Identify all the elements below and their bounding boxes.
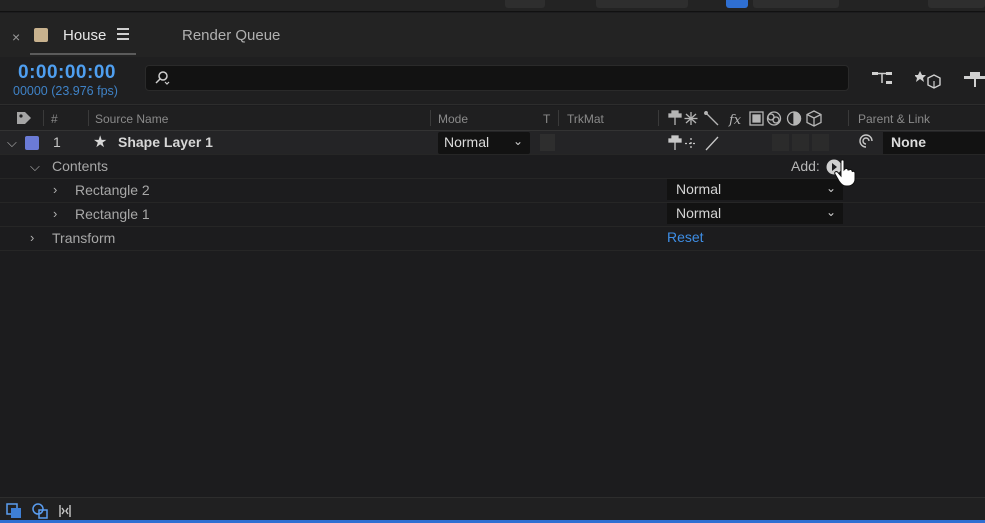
layer-mode-select[interactable]: Normal ⌄ xyxy=(438,132,530,154)
active-tab-indicator xyxy=(30,53,136,55)
transform-row[interactable]: › Transform Reset xyxy=(0,227,985,251)
pick-whip-icon[interactable] xyxy=(858,133,874,149)
layer-label-color[interactable] xyxy=(25,136,39,150)
toolbar-resolution-select[interactable] xyxy=(596,0,688,8)
parent-select[interactable]: None xyxy=(883,132,985,154)
column-separator[interactable] xyxy=(430,110,431,126)
toolbar-view-select[interactable] xyxy=(928,0,985,8)
content-item-name[interactable]: Rectangle 1 xyxy=(75,206,150,222)
column-header: # Source Name Mode T TrkMat fx Parent & … xyxy=(0,106,985,131)
column-trkmat[interactable]: TrkMat xyxy=(567,112,604,126)
draft-3d-icon[interactable] xyxy=(915,67,941,91)
layer-number: 1 xyxy=(53,134,61,150)
chevron-down-icon: ⌄ xyxy=(825,205,836,219)
layer-mode-value: Normal xyxy=(444,134,490,150)
column-separator[interactable] xyxy=(848,110,849,126)
layer-switches-header[interactable]: fx xyxy=(668,110,833,127)
column-separator[interactable] xyxy=(558,110,559,126)
content-item-name[interactable]: Rectangle 2 xyxy=(75,182,150,198)
parent-value: None xyxy=(891,134,926,150)
transform-label: Transform xyxy=(52,230,116,246)
shy-layers-icon[interactable] xyxy=(962,67,985,91)
add-label: Add: xyxy=(791,158,820,174)
panel-tab-bar: × House Render Queue xyxy=(0,13,985,57)
timeline-controls: 0:00:00:00 00000 (23.976 fps) xyxy=(0,57,985,105)
layer-search-input[interactable] xyxy=(145,65,849,91)
frame-rate-display: 00000 (23.976 fps) xyxy=(13,84,118,98)
in-out-duration-pane-icon[interactable] xyxy=(57,503,73,519)
layer-row[interactable]: ⌵ 1 ★ Shape Layer 1 Normal ⌄ None xyxy=(0,131,985,155)
blend-mode-select[interactable]: Normal ⌄ xyxy=(667,179,843,200)
blend-mode-value: Normal xyxy=(676,181,722,197)
column-number[interactable]: # xyxy=(51,112,58,126)
column-track[interactable]: T xyxy=(543,112,550,126)
chevron-right-icon[interactable]: › xyxy=(53,206,57,221)
list-item[interactable]: › Rectangle 1 Normal ⌄ xyxy=(0,203,985,227)
adjustment-layer-toggle[interactable] xyxy=(792,134,809,151)
tab-composition-house[interactable]: House xyxy=(63,27,106,44)
chevron-right-icon[interactable]: › xyxy=(53,182,57,197)
toolbar-color-field[interactable] xyxy=(753,0,839,8)
column-parent-link[interactable]: Parent & Link xyxy=(858,112,930,126)
column-separator[interactable] xyxy=(43,110,44,126)
toolbar-button[interactable] xyxy=(505,0,545,8)
chevron-right-icon[interactable]: › xyxy=(30,230,34,245)
preserve-transparency-toggle[interactable] xyxy=(540,134,555,151)
mouse-pointer-icon xyxy=(834,159,856,187)
reset-link[interactable]: Reset xyxy=(667,229,704,245)
composition-flowchart-icon[interactable] xyxy=(870,67,896,91)
tag-icon[interactable] xyxy=(16,111,34,125)
layer-name[interactable]: Shape Layer 1 xyxy=(118,134,213,150)
chevron-down-icon: ⌄ xyxy=(512,134,523,148)
transfer-controls-pane-icon[interactable] xyxy=(32,503,48,519)
chevron-down-icon[interactable]: ⌵ xyxy=(30,159,40,175)
column-separator[interactable] xyxy=(88,110,89,126)
blend-mode-select[interactable]: Normal ⌄ xyxy=(667,203,843,224)
column-separator[interactable] xyxy=(658,110,659,126)
toolbar-toggle[interactable] xyxy=(726,0,748,8)
composition-color-swatch xyxy=(34,28,48,42)
3d-layer-toggle[interactable] xyxy=(812,134,829,151)
tab-render-queue[interactable]: Render Queue xyxy=(182,27,280,44)
column-source-name[interactable]: Source Name xyxy=(95,112,168,126)
layer-switches[interactable] xyxy=(668,135,728,152)
panel-menu-icon[interactable] xyxy=(117,28,129,40)
svg-text:fx: fx xyxy=(728,113,742,127)
motion-blur-toggle[interactable] xyxy=(772,134,789,151)
column-mode[interactable]: Mode xyxy=(438,112,468,126)
blend-mode-value: Normal xyxy=(676,205,722,221)
top-toolbar xyxy=(0,0,985,12)
search-icon xyxy=(155,71,170,85)
contents-label: Contents xyxy=(52,158,109,174)
expand-layer-chevron-icon[interactable]: ⌵ xyxy=(7,135,17,151)
close-tab-icon[interactable]: × xyxy=(12,29,20,45)
timeline-footer xyxy=(0,497,985,523)
shape-layer-star-icon: ★ xyxy=(93,134,108,151)
layer-switches-pane-icon[interactable] xyxy=(6,503,22,519)
current-time-display[interactable]: 0:00:00:00 xyxy=(18,62,116,84)
